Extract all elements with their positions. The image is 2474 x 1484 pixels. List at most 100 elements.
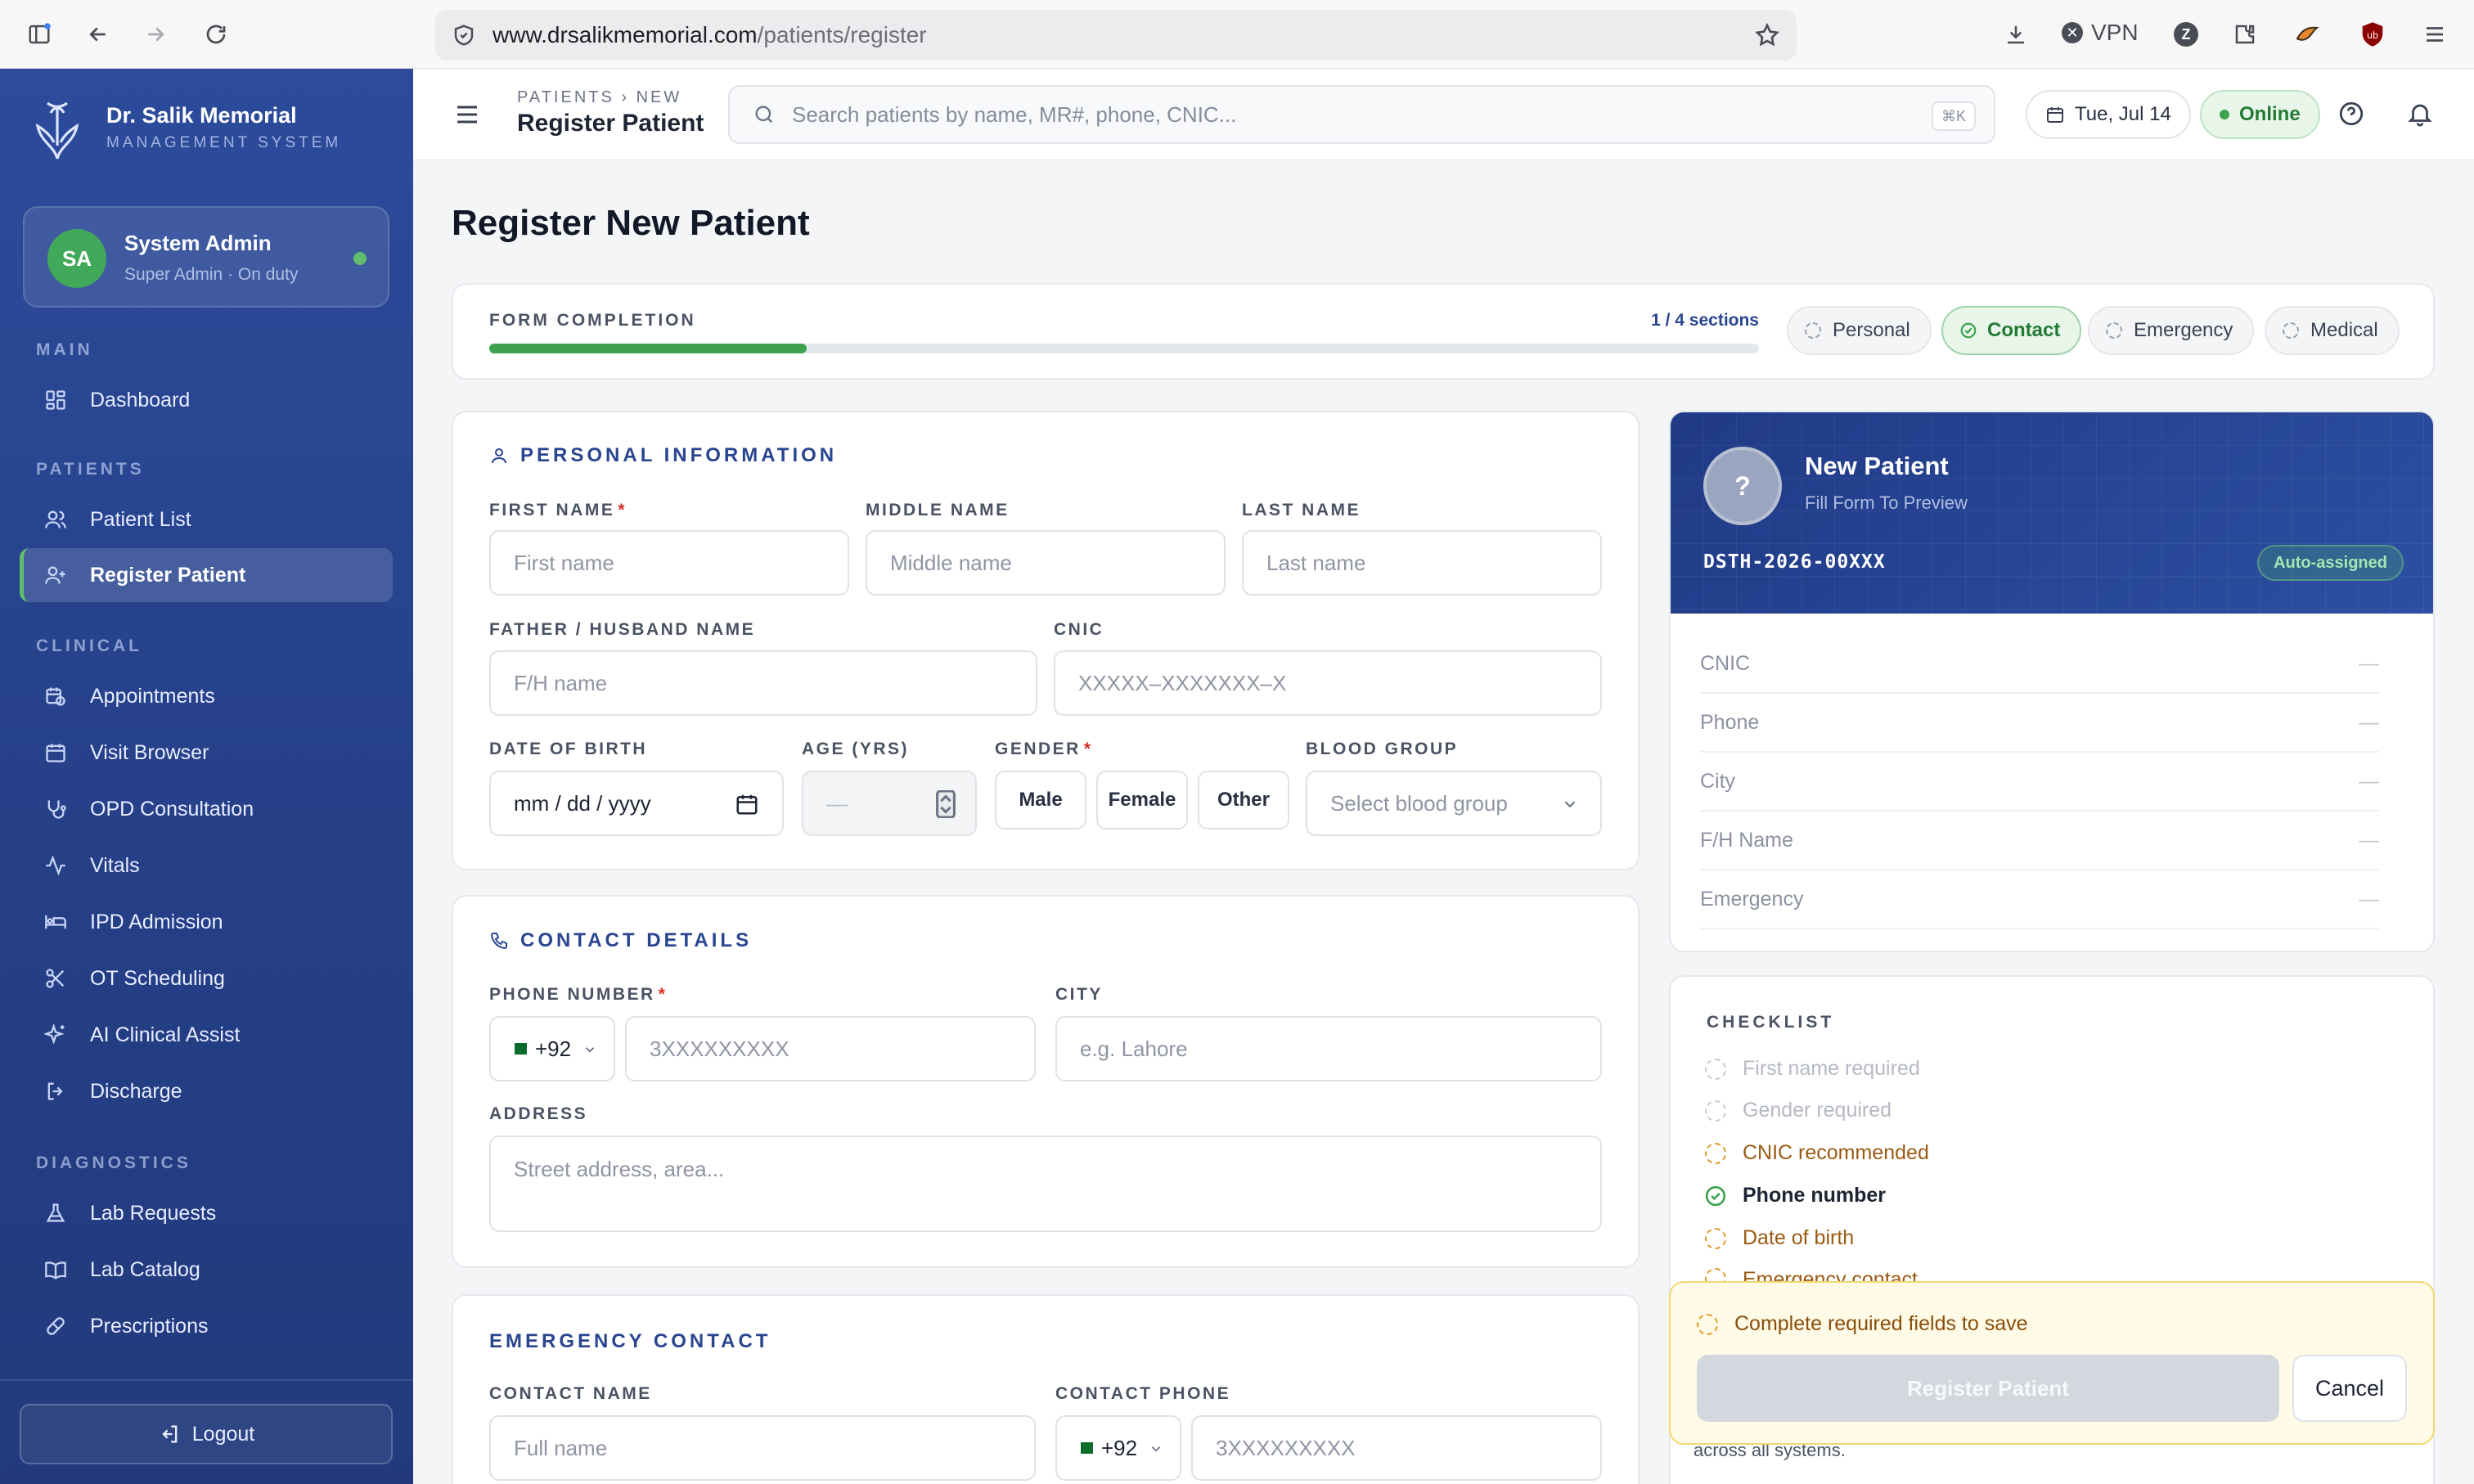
sidebar-item-register-patient[interactable]: Register Patient xyxy=(20,548,393,602)
extension-z-badge: Z xyxy=(2174,22,2198,47)
sidebar-item-label: Prescriptions xyxy=(90,1314,209,1338)
sidebar-item-discharge[interactable]: Discharge xyxy=(20,1064,393,1118)
user-name: System Admin xyxy=(124,231,272,255)
calendar-icon[interactable] xyxy=(735,792,759,816)
user-card[interactable]: SA System Admin Super Admin · On duty xyxy=(23,206,389,308)
ublock-shield-icon[interactable]: ub xyxy=(2356,18,2389,51)
preview-row-fh-name: F/H Name — xyxy=(1700,812,2379,870)
sidebar-item-dashboard[interactable]: Dashboard xyxy=(20,373,393,427)
user-icon xyxy=(489,446,509,465)
search-input[interactable]: Search patients by name, MR#, phone, CNI… xyxy=(792,102,1236,128)
sparkles-icon xyxy=(43,1022,69,1048)
contact-name-field[interactable]: Full name xyxy=(489,1415,1036,1481)
tab-medical[interactable]: Medical xyxy=(2265,306,2400,355)
contact-name-label: CONTACT NAME xyxy=(489,1384,652,1403)
sidebar-item-opd-consultation[interactable]: OPD Consultation xyxy=(20,782,393,836)
tab-contact[interactable]: Contact xyxy=(1941,306,2082,355)
sidebar-item-label: Visit Browser xyxy=(90,740,209,764)
pending-circle-icon xyxy=(1705,1100,1726,1122)
sidebar-item-appointments[interactable]: Appointments xyxy=(20,669,393,723)
spinner-arrows-icon[interactable] xyxy=(936,790,956,818)
checklist-item-label: Date of birth xyxy=(1743,1226,1855,1249)
extension-z-icon[interactable]: Z xyxy=(2170,18,2202,51)
sidebar-item-prescriptions[interactable]: Prescriptions xyxy=(20,1299,393,1353)
browser-menu-icon[interactable] xyxy=(2418,18,2451,51)
sidebar-item-visit-browser[interactable]: Visit Browser xyxy=(20,726,393,780)
gender-male-button[interactable]: Male xyxy=(995,771,1086,830)
vpn-toggle[interactable]: ✕ VPN xyxy=(2062,20,2139,46)
search-bar[interactable]: Search patients by name, MR#, phone, CNI… xyxy=(728,85,1995,144)
country-code-select[interactable]: +92 xyxy=(489,1016,615,1082)
sidebar-divider xyxy=(0,1379,413,1381)
blood-group-select[interactable]: Select blood group xyxy=(1306,771,1602,836)
sidebar-item-ipd-admission[interactable]: IPD Admission xyxy=(20,895,393,949)
breadcrumb[interactable]: PATIENTS › NEW xyxy=(517,88,681,107)
cancel-button[interactable]: Cancel xyxy=(2292,1355,2407,1422)
date-label: Tue, Jul 14 xyxy=(2075,103,2171,125)
phone-field[interactable]: 3XXXXXXXXX xyxy=(625,1016,1036,1082)
logout-label: Logout xyxy=(191,1422,255,1446)
sidebar-item-patient-list[interactable]: Patient List xyxy=(20,492,393,546)
checklist-item-label: First name required xyxy=(1743,1057,1920,1080)
sidebar-item-vitals[interactable]: Vitals xyxy=(20,839,393,893)
reload-icon[interactable] xyxy=(200,18,232,51)
sidebar-item-lab-catalog[interactable]: Lab Catalog xyxy=(20,1243,393,1297)
pending-circle-icon xyxy=(1705,1058,1726,1080)
sidebar-item-label: Discharge xyxy=(90,1079,182,1103)
extension-fox-icon[interactable] xyxy=(2291,18,2323,51)
save-warning: Complete required fields to save xyxy=(1697,1312,2028,1336)
emergency-phone-field[interactable]: 3XXXXXXXXX xyxy=(1191,1415,1602,1481)
address-bar[interactable]: www.drsalikmemorial.com/patients/registe… xyxy=(435,10,1797,61)
sidebar-item-lab-requests[interactable]: Lab Requests xyxy=(20,1186,393,1240)
emergency-country-code-select[interactable]: +92 xyxy=(1055,1415,1181,1481)
sidebar-item-label: Vitals xyxy=(90,853,140,877)
checklist-item-label: Phone number xyxy=(1743,1184,1887,1207)
forward-arrow-icon[interactable] xyxy=(139,18,172,51)
extensions-puzzle-icon[interactable] xyxy=(2229,18,2261,51)
url-text: www.drsalikmemorial.com/patients/registe… xyxy=(493,22,927,48)
last-name-field[interactable]: Last name xyxy=(1242,530,1602,596)
section-title-text: CONTACT DETAILS xyxy=(520,929,753,951)
hospital-logo-icon xyxy=(33,97,82,162)
dob-label: DATE OF BIRTH xyxy=(489,740,648,758)
checklist-title: CHECKLIST xyxy=(1707,1013,1835,1032)
age-field[interactable]: — xyxy=(802,771,977,836)
vpn-label: VPN xyxy=(2091,20,2139,45)
shield-icon xyxy=(452,23,476,47)
bookmark-star-icon[interactable] xyxy=(1754,22,1780,48)
user-plus-icon xyxy=(43,562,69,588)
address-field[interactable]: Street address, area... xyxy=(489,1135,1602,1232)
logout-button[interactable]: Logout xyxy=(20,1404,393,1464)
tab-personal[interactable]: Personal xyxy=(1787,306,1932,355)
sidebar-item-ot-scheduling[interactable]: OT Scheduling xyxy=(20,951,393,1005)
help-icon[interactable] xyxy=(2337,100,2365,128)
preview-row-label: F/H Name xyxy=(1700,828,1793,852)
hamburger-menu-icon[interactable] xyxy=(452,100,482,129)
city-field[interactable]: e.g. Lahore xyxy=(1055,1016,1602,1082)
preview-row-city: City — xyxy=(1700,753,2379,812)
download-icon[interactable] xyxy=(1999,18,2032,51)
gender-female-button[interactable]: Female xyxy=(1096,771,1188,830)
first-name-field[interactable]: First name xyxy=(489,530,849,596)
date-pill[interactable]: Tue, Jul 14 xyxy=(2026,90,2191,139)
book-icon xyxy=(43,1257,69,1283)
tab-emergency[interactable]: Emergency xyxy=(2088,306,2255,355)
sidebar-toggle-icon[interactable] xyxy=(23,18,56,51)
cnic-field[interactable]: XXXXX–XXXXXXX–X xyxy=(1054,650,1602,716)
fh-name-field[interactable]: F/H name xyxy=(489,650,1037,716)
dob-field[interactable]: mm / dd / yyyy xyxy=(489,771,784,836)
status-badge: Online xyxy=(2200,90,2320,139)
pending-circle-icon xyxy=(2106,322,2122,339)
bell-icon[interactable] xyxy=(2406,100,2434,128)
middle-name-field[interactable]: Middle name xyxy=(866,530,1226,596)
sidebar-item-label: Dashboard xyxy=(90,388,191,411)
sidebar-item-ai-clinical-assist[interactable]: AI Clinical Assist xyxy=(20,1008,393,1062)
cnic-label: CNIC xyxy=(1054,620,1104,639)
required-asterisk: * xyxy=(658,985,668,1004)
activity-icon xyxy=(43,852,69,879)
browser-toolbar: www.drsalikmemorial.com/patients/registe… xyxy=(0,0,2474,69)
gender-other-button[interactable]: Other xyxy=(1198,771,1289,830)
preview-row-value: — xyxy=(2359,887,2379,911)
back-arrow-icon[interactable] xyxy=(82,18,115,51)
register-patient-button[interactable]: Register Patient xyxy=(1697,1355,2279,1422)
